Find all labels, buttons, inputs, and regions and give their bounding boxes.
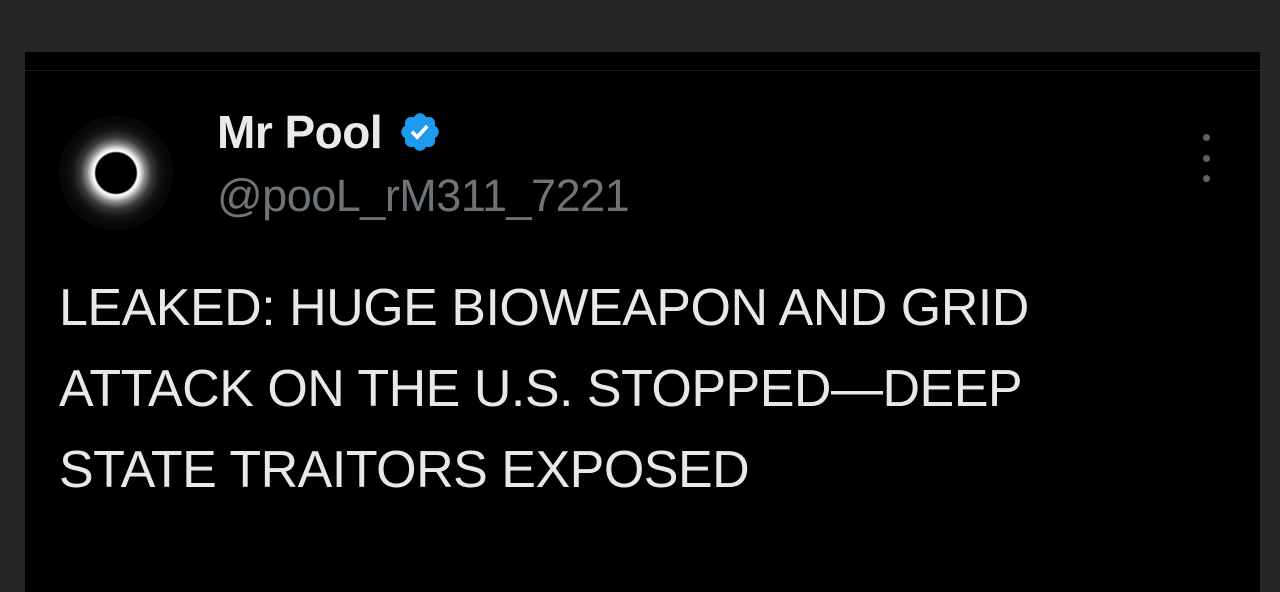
tweet-text: LEAKED: HUGE BIOWEAPON AND GRID ATTACK O… xyxy=(59,268,1239,511)
more-vertical-icon xyxy=(1202,134,1210,141)
avatar[interactable] xyxy=(59,116,173,230)
more-vertical-icon xyxy=(1202,154,1210,162)
verified-badge-icon xyxy=(401,113,439,151)
author-handle[interactable]: @pooL_rM311_7221 xyxy=(217,170,630,222)
tweet-card: Mr Pool @pooL_rM311_7221 LEAKED: HUGE BI… xyxy=(25,52,1260,592)
author-name[interactable]: Mr Pool xyxy=(217,105,383,159)
divider xyxy=(25,70,1260,71)
tweet-text-line: STATE TRAITORS EXPOSED xyxy=(59,441,750,499)
tweet-text-line: LEAKED: HUGE BIOWEAPON AND GRID xyxy=(59,279,1029,337)
tweet-text-line: ATTACK ON THE U.S. STOPPED—DEEP xyxy=(59,360,1023,418)
more-options-button[interactable] xyxy=(1193,134,1219,182)
more-vertical-icon xyxy=(1202,175,1210,182)
author-name-row: Mr Pool xyxy=(217,104,442,160)
